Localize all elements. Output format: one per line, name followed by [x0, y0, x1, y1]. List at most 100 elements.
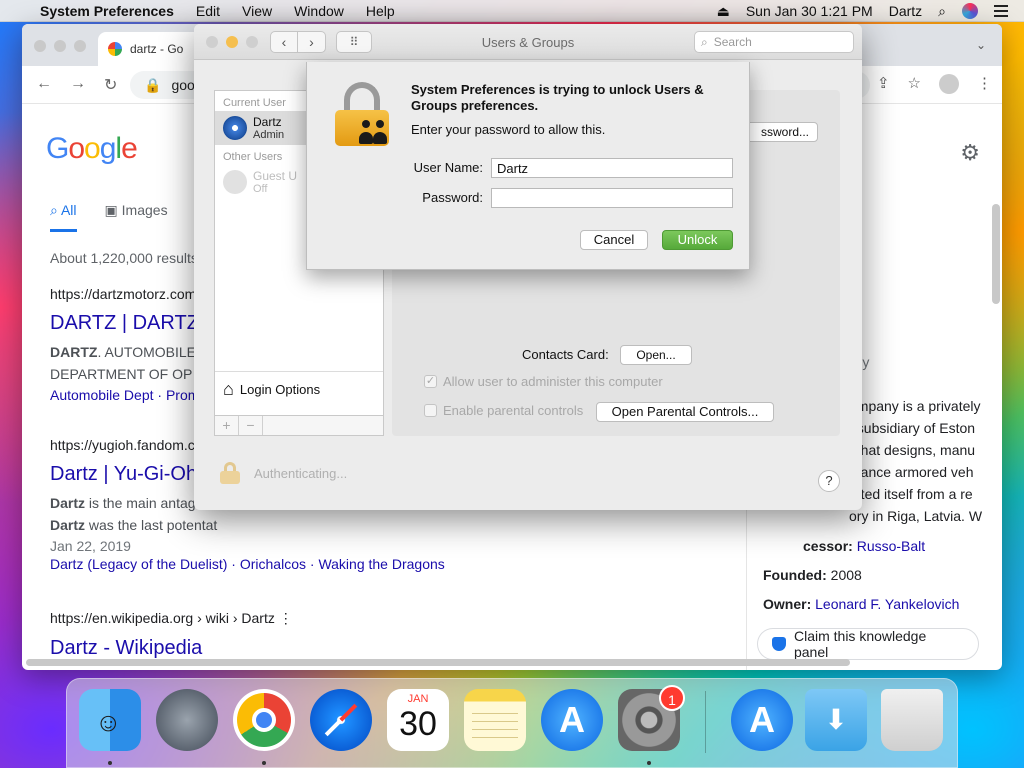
zoom-icon[interactable] — [74, 40, 86, 52]
downloads-folder-icon[interactable]: ⬇ — [805, 689, 867, 751]
vertical-scrollbar[interactable] — [992, 204, 1000, 304]
remove-user-button[interactable]: − — [239, 416, 263, 435]
back-arrow-icon[interactable]: ← — [36, 75, 52, 95]
kp-link[interactable]: Leonard F. Yankelovich — [815, 596, 959, 612]
tab-images[interactable]: ▣ Images — [105, 202, 168, 232]
dock: ☺ JAN 30 A 1 A ⬇ — [66, 678, 958, 768]
dialog-title: System Preferences is trying to unlock U… — [411, 82, 704, 113]
claim-panel-button[interactable]: Claim this knowledge panel — [757, 628, 979, 660]
share-icon[interactable]: ⇪ — [877, 74, 890, 94]
user-name: Dartz — [253, 115, 282, 129]
change-password-button[interactable]: ssword... — [738, 122, 818, 142]
forward-arrow-icon[interactable]: → — [70, 75, 86, 95]
notes-icon[interactable] — [464, 689, 526, 751]
password-field[interactable] — [491, 188, 733, 208]
cancel-button[interactable]: Cancel — [580, 230, 648, 250]
kp-owner: Owner: Leonard F. Yankelovich — [763, 596, 960, 612]
user-role: Off — [253, 183, 268, 195]
menu-user[interactable]: Dartz — [889, 3, 922, 19]
menu-bar: System Preferences Edit View Window Help… — [0, 0, 1024, 22]
horizontal-scrollbar[interactable] — [26, 659, 850, 666]
user-role: Admin — [253, 129, 285, 141]
menu-view[interactable]: View — [242, 3, 272, 19]
launchpad-icon[interactable] — [156, 689, 218, 751]
result-date: Jan 22, 2019 — [50, 538, 131, 554]
help-button[interactable]: ? — [818, 470, 840, 492]
minimize-icon[interactable] — [54, 40, 66, 52]
menu-bar-status: ⏏ Sun Jan 30 1:21 PM Dartz ⌕ — [717, 0, 1024, 22]
sitelink[interactable]: Dartz (Legacy of the Duelist) — [50, 556, 227, 572]
menu-edit[interactable]: Edit — [196, 3, 220, 19]
tab-all[interactable]: ⌕ All — [50, 202, 77, 232]
unlock-dialog: System Preferences is trying to unlock U… — [306, 62, 750, 270]
syspref-search-input[interactable]: ⌕ Search — [694, 31, 854, 53]
chrome-tab-title: dartz - Go — [130, 42, 184, 56]
menu-help[interactable]: Help — [366, 3, 395, 19]
open-parental-controls-button[interactable]: Open Parental Controls... — [596, 402, 774, 422]
kp-predecessor: cessor: Russo-Balt — [803, 538, 926, 554]
login-options-item[interactable]: ⌂ Login Options — [215, 371, 383, 407]
open-contacts-button[interactable]: Open... — [620, 345, 692, 365]
kp-founded: Founded: 2008 — [763, 567, 862, 583]
house-icon: ⌂ — [223, 379, 234, 399]
snowflake-avatar-icon — [223, 116, 247, 140]
search-result: https://en.wikipedia.org › wiki › Dartz … — [50, 610, 750, 660]
profile-avatar-icon[interactable] — [939, 74, 959, 94]
star-icon[interactable]: ☆ — [908, 74, 921, 94]
kp-desc-line: mance armored veh — [849, 464, 974, 480]
chrome-window-controls — [34, 40, 86, 52]
notification-badge: 1 — [659, 685, 685, 711]
reload-icon[interactable]: ↻ — [104, 75, 117, 95]
more-vertical-icon[interactable]: ⋮ — [977, 74, 992, 94]
add-remove-bar: + − — [215, 415, 383, 435]
eject-icon[interactable]: ⏏ — [717, 3, 730, 20]
spotlight-search-icon[interactable]: ⌕ — [938, 3, 946, 20]
contacts-card-label: Contacts Card: — [522, 347, 609, 362]
more-vertical-icon[interactable]: ⋮ — [279, 610, 293, 626]
app-store-icon[interactable]: A — [541, 689, 603, 751]
kp-link[interactable]: Russo-Balt — [857, 538, 925, 554]
calendar-day: 30 — [399, 705, 437, 743]
chrome-nav: ← → ↻ — [36, 75, 117, 95]
parental-controls-checkbox[interactable] — [424, 404, 437, 417]
kp-desc-line: ory in Riga, Latvia. W — [849, 508, 983, 524]
app-store-download-icon[interactable]: A — [731, 689, 793, 751]
sitelink[interactable]: Automobile Dept — [50, 387, 154, 403]
control-center-icon[interactable] — [994, 5, 1008, 17]
close-icon[interactable] — [34, 40, 46, 52]
result-title[interactable]: Dartz - Wikipedia — [50, 637, 750, 660]
chevron-down-icon[interactable]: ⌄ — [976, 38, 986, 52]
finder-icon[interactable]: ☺ — [79, 689, 141, 751]
dock-separator — [705, 691, 706, 753]
search-icon: ⌕ — [701, 35, 708, 49]
shield-icon — [772, 637, 786, 651]
sitelink[interactable]: Orichalcos — [240, 556, 306, 572]
kp-desc-line: ompany is a privately — [849, 398, 981, 414]
chrome-icon[interactable] — [233, 689, 295, 751]
allow-admin-checkbox-row: ✓ Allow user to administer this computer — [424, 374, 663, 389]
google-logo[interactable]: Google — [46, 132, 138, 166]
chrome-toolbar-right: ⇪ ☆ ⋮ — [877, 74, 992, 94]
allow-admin-checkbox[interactable]: ✓ — [424, 375, 437, 388]
sitelink[interactable]: Waking the Dragons — [318, 556, 444, 572]
calendar-icon[interactable]: JAN 30 — [387, 689, 449, 751]
menu-app-name[interactable]: System Preferences — [40, 3, 174, 19]
password-label: Password: — [422, 190, 483, 205]
gear-icon[interactable]: ⚙ — [960, 140, 980, 166]
lock-icon[interactable] — [220, 462, 240, 484]
dialog-subtitle: Enter your password to allow this. — [411, 122, 606, 137]
menu-datetime[interactable]: Sun Jan 30 1:21 PM — [746, 3, 873, 19]
result-url[interactable]: https://en.wikipedia.org › wiki › Dartz … — [50, 610, 750, 627]
username-field[interactable] — [491, 158, 733, 178]
unlock-button[interactable]: Unlock — [662, 230, 733, 250]
trash-icon[interactable] — [881, 689, 943, 751]
safari-icon[interactable] — [310, 689, 372, 751]
kp-desc-line: tuted itself from a re — [849, 486, 973, 502]
add-user-button[interactable]: + — [215, 416, 239, 435]
calendar-month: JAN — [407, 693, 429, 705]
parental-controls-checkbox-row: Enable parental controls — [424, 403, 583, 418]
siri-icon[interactable] — [962, 3, 978, 19]
google-favicon-icon — [108, 42, 122, 56]
menu-window[interactable]: Window — [294, 3, 344, 19]
results-count: About 1,220,000 results — [50, 250, 198, 266]
